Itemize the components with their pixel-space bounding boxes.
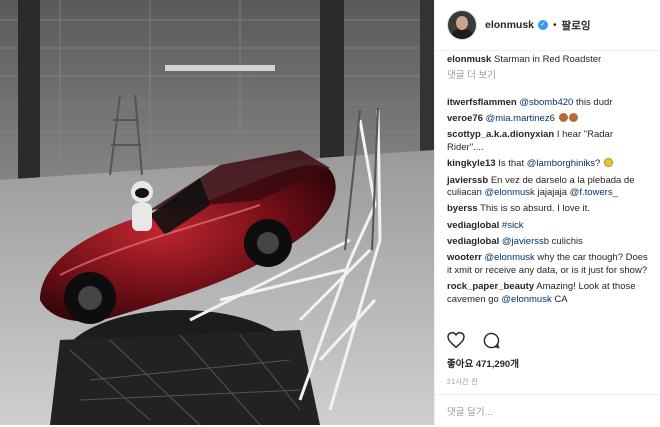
caption: elonmusk Starman in Red Roadster xyxy=(447,54,650,67)
avatar[interactable] xyxy=(447,10,477,40)
comment-username[interactable]: vediaglobal xyxy=(447,236,499,247)
add-comment-input[interactable]: 댓글 달기... xyxy=(435,394,660,427)
comment-hashtag[interactable]: #sick xyxy=(502,220,524,231)
comment-username[interactable]: byerss xyxy=(447,203,478,214)
verified-icon: ✓ xyxy=(538,20,549,30)
comment-text: jajajaja xyxy=(534,187,570,199)
comment-mention[interactable]: @sbomb420 xyxy=(519,97,573,108)
comment-item: scottyp_a.k.a.dionyxian I hear "Radar Ri… xyxy=(447,129,650,154)
caption-username[interactable]: elonmusk xyxy=(447,54,491,65)
following-button[interactable]: 팔로잉 xyxy=(562,18,591,33)
comment-mention[interactable]: @mia.martinez6 xyxy=(486,113,555,124)
comment-item: veroe76 @mia.martinez6 xyxy=(447,113,650,126)
comment-username[interactable]: javierssb xyxy=(447,175,488,186)
emoji-icon xyxy=(558,113,568,123)
emoji-icon xyxy=(603,158,613,168)
caption-text: Starman in Red Roadster xyxy=(494,54,602,65)
heart-icon[interactable] xyxy=(447,331,465,354)
comment-mention[interactable]: @lamborghiniks xyxy=(527,158,595,169)
comment-mention[interactable]: @elonmusk xyxy=(485,187,535,198)
comment-icon[interactable] xyxy=(483,332,500,354)
comment-mention[interactable]: @f.towers_ xyxy=(570,187,618,198)
comment-item: byerss This is so absurd. I love it. xyxy=(447,203,650,216)
post-header: elonmusk ✓ • 팔로잉 xyxy=(435,0,660,51)
comment-text: this dudr xyxy=(573,96,613,108)
likes-count[interactable]: 좋아요 471,290개 xyxy=(447,356,519,370)
comment-username[interactable]: rock_paper_beauty xyxy=(447,281,534,292)
comment-username[interactable]: vediaglobal xyxy=(447,220,499,231)
post-actions xyxy=(447,331,500,354)
comments-list: elonmusk Starman in Red Roadster 댓글 더 보기… xyxy=(447,54,650,310)
post-photo[interactable] xyxy=(0,0,434,425)
comment-username[interactable]: kingkyle13 xyxy=(447,158,496,169)
comment-text: CA xyxy=(551,293,568,305)
comment-text: culichis xyxy=(549,236,583,248)
comment-username[interactable]: scottyp_a.k.a.dionyxian xyxy=(447,129,554,140)
comment-username[interactable]: veroe76 xyxy=(447,113,483,124)
comment-username[interactable]: itwerfsflammen xyxy=(447,97,517,108)
comment-text: ? xyxy=(595,158,601,170)
comment-item: vediaglobal #sick xyxy=(447,220,650,233)
comment-mention[interactable]: @javierssb xyxy=(502,236,549,247)
comment-mention[interactable]: @elonmusk xyxy=(484,252,534,263)
comment-item: wooterr @elonmusk why the car though? Do… xyxy=(447,252,650,277)
comment-mention[interactable]: @elonmusk xyxy=(501,294,551,305)
separator-dot: • xyxy=(553,19,557,31)
header-username[interactable]: elonmusk xyxy=(485,19,534,31)
comment-item: vediaglobal @javierssb culichis xyxy=(447,236,650,249)
load-more-comments-link[interactable]: 댓글 더 보기 xyxy=(447,70,650,83)
comment-item: itwerfsflammen @sbomb420 this dudr xyxy=(447,97,650,110)
emoji-icon xyxy=(568,113,578,123)
comment-item: kingkyle13 Is that @lamborghiniks? xyxy=(447,158,650,171)
post-sidebar: elonmusk ✓ • 팔로잉 elonmusk Starman in Red… xyxy=(434,0,660,425)
comment-item: rock_paper_beauty Amazing! Look at those… xyxy=(447,281,650,306)
post-timestamp: 21시간 전 xyxy=(447,379,478,386)
instagram-post: elonmusk ✓ • 팔로잉 elonmusk Starman in Red… xyxy=(0,0,660,425)
comment-item: javierssb En vez de darselo a la plebada… xyxy=(447,175,650,200)
roadster-photo-illustration xyxy=(0,0,434,425)
comment-text: This is so absurd. I love it. xyxy=(480,203,590,215)
comment-username[interactable]: wooterr xyxy=(447,252,482,263)
comment-text: Is that xyxy=(498,158,527,170)
